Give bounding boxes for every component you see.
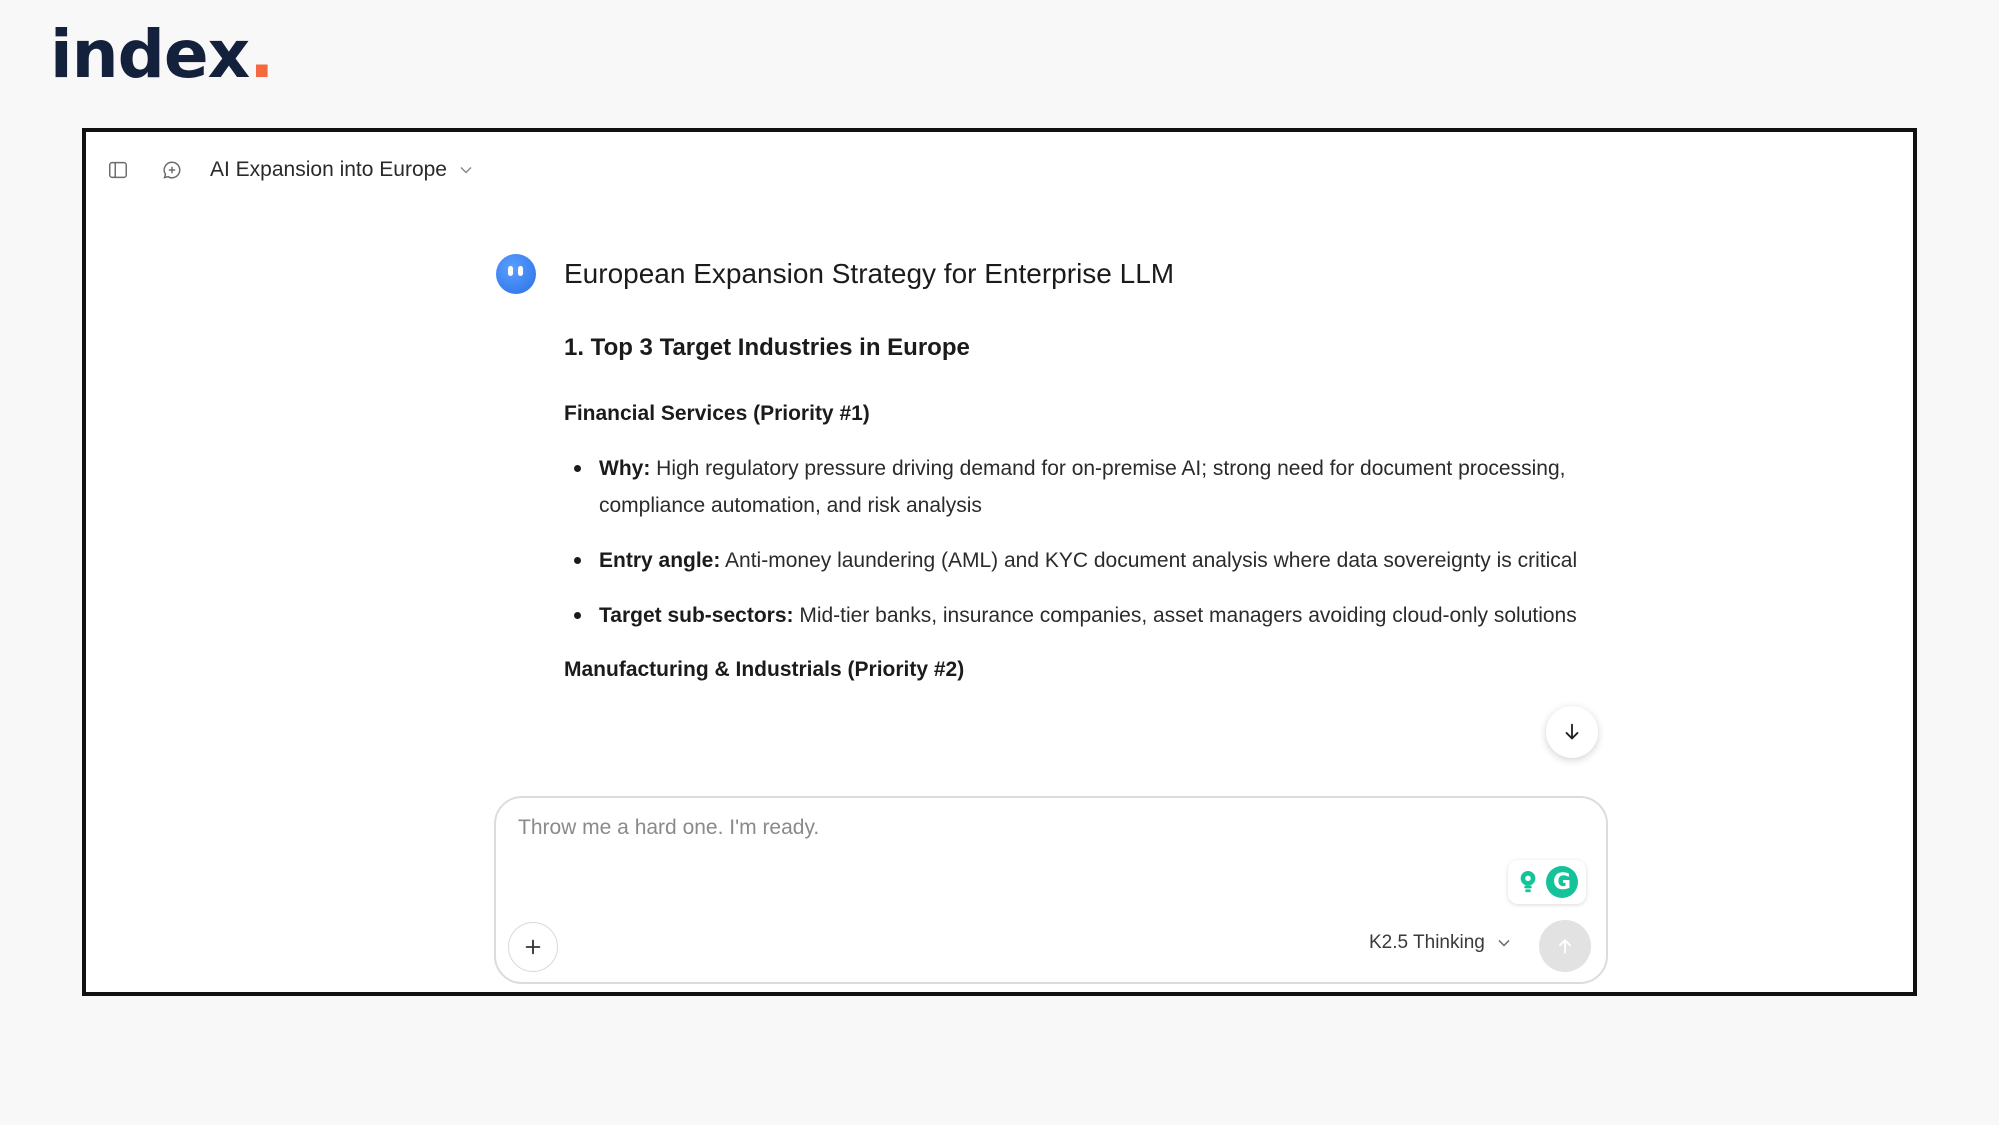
bullet-label: Entry angle: [599,549,721,572]
brand-dot: . [249,16,274,93]
message-body: 1. Top 3 Target Industries in Europe Fin… [564,334,1596,682]
scroll-to-bottom-button[interactable] [1546,706,1598,758]
send-button[interactable] [1539,920,1591,972]
arrow-up-icon [1559,939,1571,954]
message-composer: G K2.5 Thinking [494,796,1608,984]
app-window: AI Expansion into Europe European Expans… [82,128,1917,996]
bullet-text: Anti-money laundering (AML) and KYC docu… [720,549,1578,572]
lightbulb-icon [1516,868,1540,896]
attach-button[interactable] [508,922,558,972]
bullet-label: Why: [599,457,651,480]
list-item: Entry angle: Anti-money laundering (AML)… [564,542,1614,579]
list-item: Why: High regulatory pressure driving de… [564,450,1614,524]
bullet-label: Target sub-sectors: [599,604,794,627]
brand-name: index [50,16,250,93]
new-chat-icon [163,161,181,179]
industry-title-financial: Financial Services (Priority #1) [564,402,870,425]
section-title: 1. Top 3 Target Industries in Europe [564,334,970,361]
new-chat-button[interactable] [160,158,184,182]
model-selector[interactable]: K2.5 Thinking [1369,932,1511,954]
chevron-down-icon [460,166,472,174]
brand-logo: index. [50,22,274,88]
plus-icon [525,939,541,955]
grammarly-widget[interactable]: G [1508,860,1586,904]
chat-title: AI Expansion into Europe [210,158,447,181]
top-bar: AI Expansion into Europe [106,158,473,182]
model-label: K2.5 Thinking [1369,932,1485,953]
list-item: Target sub-sectors: Mid-tier banks, insu… [564,597,1614,634]
message-heading: European Expansion Strategy for Enterpri… [564,258,1175,289]
sidebar-toggle-icon [109,161,127,179]
bullet-text: High regulatory pressure driving demand … [599,457,1566,517]
industry-title-manufacturing: Manufacturing & Industrials (Priority #2… [564,658,965,681]
industry-bullets: Why: High regulatory pressure driving de… [564,450,1596,634]
chat-title-dropdown[interactable]: AI Expansion into Europe [210,158,473,182]
chevron-down-icon [1498,939,1510,947]
grammarly-icon: G [1546,866,1578,898]
assistant-avatar-icon [496,254,536,294]
message-input[interactable] [518,816,1418,856]
bullet-text: Mid-tier banks, insurance companies, ass… [793,604,1577,627]
message-header: European Expansion Strategy for Enterpri… [496,254,1596,294]
arrow-down-icon [1565,723,1579,740]
assistant-message: European Expansion Strategy for Enterpri… [496,254,1596,682]
sidebar-toggle-button[interactable] [106,158,130,182]
